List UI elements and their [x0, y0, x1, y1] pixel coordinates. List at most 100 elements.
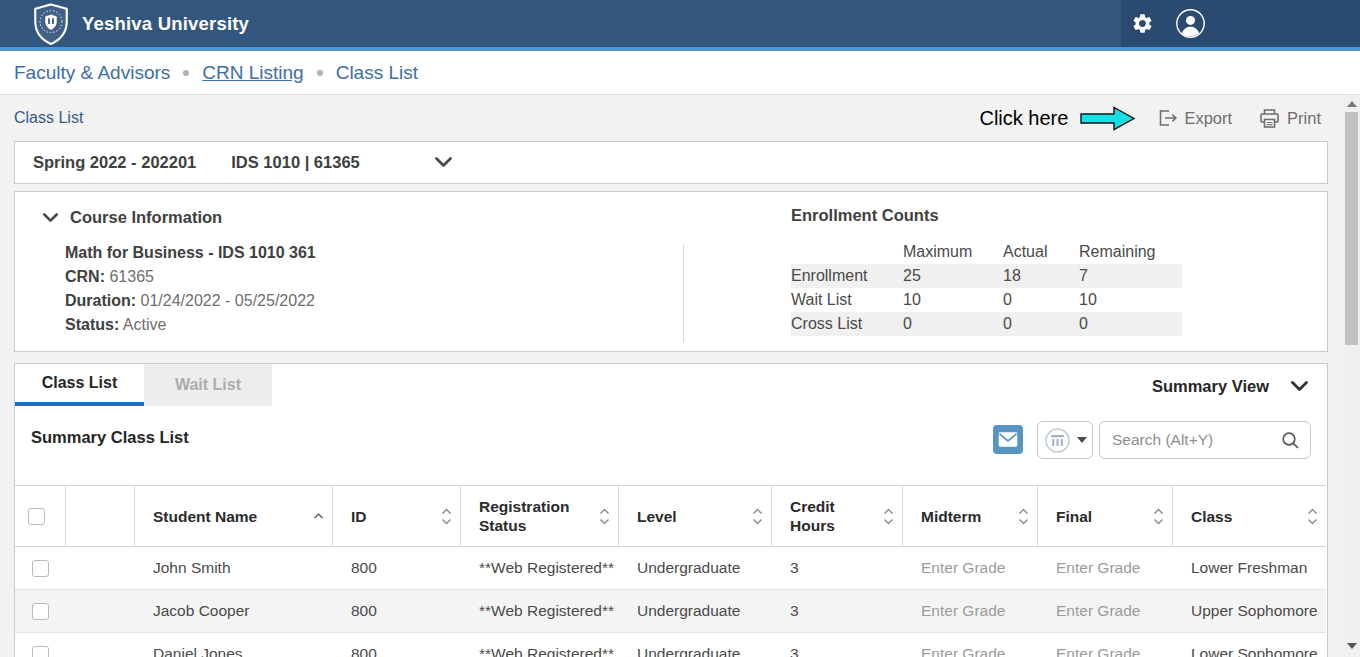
breadcrumb-class-list[interactable]: Class List: [336, 62, 418, 84]
print-label: Print: [1287, 109, 1321, 128]
print-icon: [1258, 108, 1281, 129]
col-remaining: Remaining: [1079, 243, 1182, 261]
enrollment-counts-header: Enrollment Counts: [791, 206, 939, 225]
student-id: 800: [333, 645, 461, 657]
course-info-header[interactable]: Course Information: [43, 208, 222, 227]
class-standing: Lower Freshman: [1173, 559, 1326, 577]
university-logo: [31, 3, 71, 45]
header-midterm[interactable]: Midterm: [903, 486, 1038, 546]
sort-icon: [599, 508, 610, 525]
app: Yeshiva University Faculty & Advisors CR…: [0, 0, 1360, 657]
print-button[interactable]: Print: [1258, 108, 1321, 129]
scroll-down-arrow[interactable]: [1347, 643, 1357, 649]
row-checkbox[interactable]: [32, 603, 49, 620]
header-id[interactable]: ID: [333, 486, 461, 546]
settings-gear-icon[interactable]: [1131, 12, 1154, 35]
breadcrumb-crn-listing[interactable]: CRN Listing: [202, 62, 303, 84]
view-selector-label: Summary View: [1152, 377, 1269, 396]
level: Undergraduate: [619, 602, 772, 620]
breadcrumb-separator: [183, 70, 189, 76]
sort-icon: [1153, 508, 1164, 525]
col-maximum: Maximum: [903, 243, 1003, 261]
export-button[interactable]: Export: [1156, 108, 1232, 128]
breadcrumb-separator: [317, 70, 323, 76]
class-standing: Upper Sophomore: [1173, 602, 1326, 620]
vertical-scrollbar[interactable]: [1343, 95, 1360, 657]
course-crn: CRN: 61365: [65, 265, 316, 289]
student-name: Jacob Cooper: [135, 602, 333, 620]
credit-hours: 3: [772, 645, 903, 657]
registration-status: **Web Registered**: [461, 602, 619, 620]
tab-wait-list[interactable]: Wait List: [144, 364, 272, 406]
student-name: John Smith: [135, 559, 333, 577]
students-table: Student Name ID Registration Status Leve…: [15, 485, 1326, 657]
freeze-columns-button[interactable]: [1037, 421, 1093, 459]
email-icon: [998, 431, 1018, 448]
header-final[interactable]: Final: [1038, 486, 1173, 546]
col-actual: Actual: [1003, 243, 1079, 261]
student-name: Daniel Jones: [135, 645, 333, 657]
search-input[interactable]: [1100, 431, 1272, 449]
annotation-arrow-icon: [1080, 106, 1136, 131]
scrollbar-thumb[interactable]: [1345, 112, 1358, 345]
term-course-selector[interactable]: Spring 2022 - 202201 IDS 1010 | 61365: [14, 141, 1328, 184]
select-all-checkbox-cell: [15, 486, 66, 546]
collapse-chevron-icon[interactable]: [43, 213, 58, 223]
select-all-checkbox[interactable]: [28, 508, 45, 525]
level: Undergraduate: [619, 559, 772, 577]
class-list-panel: Class List Wait List Summary View Summar…: [14, 363, 1328, 657]
header-credit-hours[interactable]: Credit Hours: [772, 486, 903, 546]
dropdown-caret-icon: [1077, 437, 1087, 443]
tab-class-list[interactable]: Class List: [15, 364, 144, 406]
midterm-enter-grade[interactable]: Enter Grade: [903, 602, 1038, 620]
email-button[interactable]: [993, 425, 1023, 454]
brand: Yeshiva University: [0, 3, 249, 45]
scroll-up-arrow[interactable]: [1347, 101, 1357, 107]
header-empty: [66, 486, 135, 546]
final-enter-grade[interactable]: Enter Grade: [1038, 559, 1173, 577]
search-box: [1099, 421, 1311, 459]
breadcrumb-faculty-advisors[interactable]: Faculty & Advisors: [14, 62, 170, 84]
summary-class-list-title: Summary Class List: [31, 428, 189, 447]
table-header: Student Name ID Registration Status Leve…: [15, 485, 1326, 547]
row-checkbox[interactable]: [32, 646, 49, 657]
page-title: Class List: [0, 109, 83, 127]
header-registration-status[interactable]: Registration Status: [461, 486, 619, 546]
level: Undergraduate: [619, 645, 772, 657]
header-class[interactable]: Class: [1173, 486, 1326, 546]
breadcrumb: Faculty & Advisors CRN Listing Class Lis…: [0, 51, 1360, 95]
enrollment-header-row: Maximum Actual Remaining: [791, 240, 1182, 264]
chevron-down-icon[interactable]: [435, 157, 452, 168]
header-student-name[interactable]: Student Name: [135, 486, 333, 546]
course-status: Status: Active: [65, 313, 316, 337]
tabs: Class List Wait List: [15, 364, 272, 406]
row-checkbox[interactable]: [32, 560, 49, 577]
columns-icon: [1044, 427, 1071, 454]
export-icon: [1156, 108, 1178, 128]
credit-hours: 3: [772, 602, 903, 620]
course-info-title: Course Information: [70, 208, 222, 227]
midterm-enter-grade[interactable]: Enter Grade: [903, 645, 1038, 657]
course-title: Math for Business - IDS 1010 361: [65, 241, 316, 265]
brand-title: Yeshiva University: [82, 13, 249, 35]
midterm-enter-grade[interactable]: Enter Grade: [903, 559, 1038, 577]
view-selector[interactable]: Summary View: [1152, 377, 1308, 396]
student-id: 800: [333, 602, 461, 620]
export-label: Export: [1184, 109, 1232, 128]
chevron-down-icon[interactable]: [1291, 381, 1308, 392]
course-duration: Duration: 01/24/2022 - 05/25/2022: [65, 289, 316, 313]
toolbar-actions: Click here Export Print: [979, 106, 1343, 131]
waitlist-row: Wait List 10 0 10: [791, 288, 1182, 312]
final-enter-grade[interactable]: Enter Grade: [1038, 602, 1173, 620]
registration-status: **Web Registered**: [461, 645, 619, 657]
sort-icon: [441, 508, 452, 525]
header-level[interactable]: Level: [619, 486, 772, 546]
user-profile-icon[interactable]: [1175, 8, 1206, 39]
enrollment-row: Enrollment 25 18 7: [791, 264, 1182, 288]
class-standing: Lower Sophomore: [1173, 645, 1326, 657]
final-enter-grade[interactable]: Enter Grade: [1038, 645, 1173, 657]
search-icon[interactable]: [1281, 431, 1310, 450]
table-row: Daniel Jones 800 **Web Registered** Unde…: [15, 633, 1326, 657]
student-id: 800: [333, 559, 461, 577]
course-info-body: Math for Business - IDS 1010 361 CRN: 61…: [65, 241, 316, 337]
